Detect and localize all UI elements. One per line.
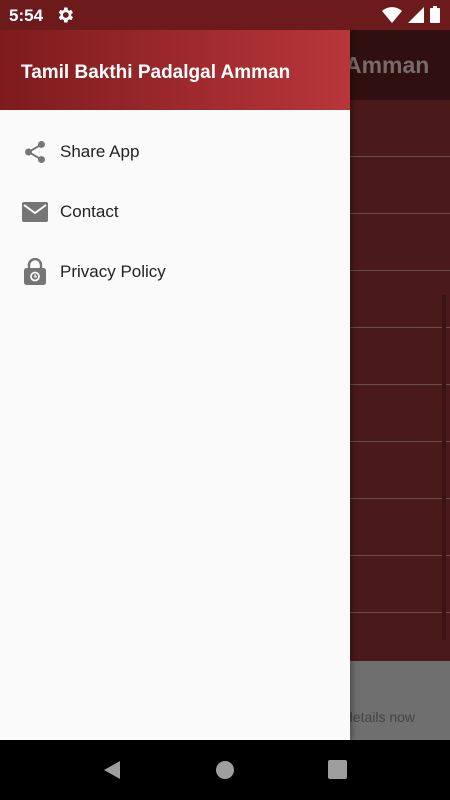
drawer-title: Tamil Bakthi Padalgal Amman (21, 62, 291, 83)
share-icon (22, 139, 48, 165)
list-scrollbar (442, 295, 446, 640)
lock-icon (22, 258, 48, 285)
menu-item-share-app[interactable]: Share App (0, 122, 350, 182)
status-time: 5:54 (9, 6, 44, 25)
menu-item-label: Privacy Policy (60, 262, 166, 281)
mail-icon (22, 199, 48, 225)
recents-icon[interactable] (328, 760, 347, 779)
drawer-menu: Share App Contact Privacy Policy (0, 122, 350, 302)
menu-item-label: Share App (60, 142, 140, 161)
menu-item-contact[interactable]: Contact (0, 182, 350, 242)
status-icons (382, 6, 440, 23)
back-icon[interactable] (102, 760, 122, 780)
home-icon[interactable] (215, 760, 235, 780)
app-toolbar-title: Amman (345, 52, 430, 78)
status-bar: 5:54 (0, 0, 450, 30)
navigation-drawer: Tamil Bakthi Padalgal Amman Share App Co… (0, 0, 350, 740)
battery-icon (430, 6, 440, 23)
system-nav-bar (0, 740, 450, 800)
menu-item-label: Contact (60, 202, 119, 221)
ad-banner-text: details now (345, 709, 416, 725)
wifi-icon (382, 6, 402, 23)
drawer-header: Tamil Bakthi Padalgal Amman (0, 30, 350, 110)
settings-gear-icon (58, 7, 73, 23)
cell-signal-icon (408, 6, 424, 23)
menu-item-privacy-policy[interactable]: Privacy Policy (0, 242, 350, 302)
